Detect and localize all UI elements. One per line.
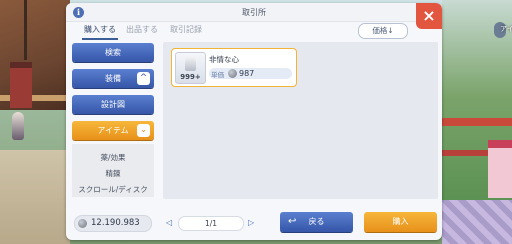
red-fence (442, 118, 512, 126)
category-label: アイテム (97, 126, 129, 135)
item-card[interactable]: 999+ 非情な心 単価 987 (171, 48, 297, 87)
zeny-balance: 12.190.983 (74, 215, 152, 232)
item-price: 987 (239, 69, 255, 78)
subcategory-refine[interactable]: 精錬 (72, 168, 154, 179)
buy-button[interactable]: 購入 (364, 212, 437, 232)
item-icon (185, 57, 196, 71)
window-title: 取引所 (242, 8, 266, 17)
sort-price-button[interactable]: 価格↓ (358, 23, 408, 39)
tab-sell[interactable]: 出品する (124, 22, 160, 38)
category-equipment-button[interactable]: 装備 ^ (72, 69, 154, 88)
category-label: 装備 (105, 74, 121, 83)
zeny-coin-icon (78, 219, 87, 228)
price-row: 単価 987 (209, 68, 292, 79)
category-blueprint-button[interactable]: 設計図 (72, 95, 154, 114)
buy-label: 購入 (392, 217, 409, 226)
tab-history[interactable]: 取引記録 (168, 22, 204, 38)
item-thumbnail: 999+ (175, 52, 206, 84)
prev-page-icon[interactable]: ◁ (166, 215, 172, 230)
category-search-button[interactable]: 検索 (72, 43, 154, 62)
zeny-amount: 12.190.983 (91, 218, 140, 228)
subcategory-scroll[interactable]: スクロール/ディスク (72, 184, 154, 195)
red-tower (10, 62, 32, 108)
subcategory-list: 薬/効果 精錬 スクロール/ディスク (72, 144, 154, 197)
listing-area: 999+ 非情な心 単価 987 (163, 42, 438, 199)
back-button[interactable]: ↩ 戻る (280, 212, 353, 232)
tiled-floor (442, 200, 512, 244)
chevron-down-icon[interactable]: ⌄ (137, 124, 150, 137)
category-label: 検索 (105, 48, 121, 57)
tab-buy[interactable]: 購入する (82, 22, 118, 40)
chevron-up-icon[interactable]: ^ (137, 72, 150, 85)
ship-mast (24, 0, 27, 60)
close-icon: × (422, 6, 436, 25)
pagination: ◁ 1/1 ▷ (164, 215, 260, 231)
next-page-icon[interactable]: ▷ (248, 215, 254, 230)
title-bar: i 取引所 (66, 3, 442, 22)
item-name: 非情な心 (209, 55, 239, 64)
page-indicator: 1/1 (178, 216, 244, 231)
back-label: 戻る (308, 217, 325, 226)
return-arrow-icon: ↩ (288, 216, 297, 227)
road (0, 150, 70, 244)
category-label: 設計図 (101, 100, 125, 109)
player-character[interactable] (12, 112, 24, 140)
item-quantity: 999+ (180, 73, 201, 81)
unit-price-label: 単価 (211, 71, 224, 79)
subcategory-potion[interactable]: 薬/効果 (72, 152, 154, 163)
close-button[interactable]: × (416, 3, 442, 29)
category-item-button[interactable]: アイテム ⌄ (72, 121, 154, 140)
npc-name-label: アイ (500, 25, 512, 33)
pink-house (488, 140, 512, 198)
exchange-window: i 取引所 × 購入する 出品する 取引記録 価格↓ 検索 装備 ^ 設計図 ア… (66, 3, 442, 240)
zeny-coin-icon (228, 69, 237, 78)
